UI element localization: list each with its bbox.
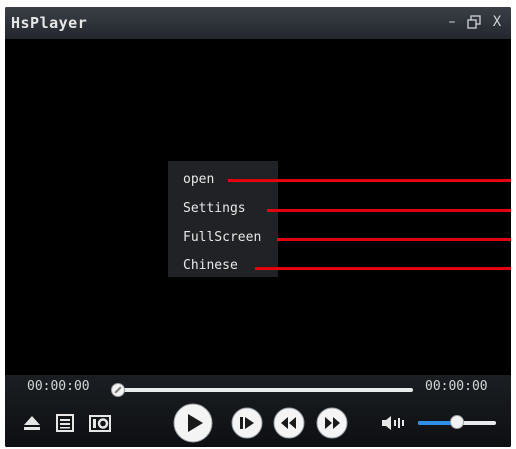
play-icon[interactable] — [173, 403, 213, 443]
total-time: 00:00:00 — [425, 379, 488, 394]
callout-line-settings — [267, 209, 511, 212]
seek-thumb[interactable] — [111, 383, 125, 397]
window-title: HsPlayer — [11, 14, 88, 32]
player-window: HsPlayer – X open Settings FullScreen Ch… — [5, 7, 511, 447]
menu-item-open[interactable]: open — [183, 171, 214, 189]
eject-icon[interactable] — [22, 413, 42, 433]
menu-item-settings[interactable]: Settings — [183, 200, 246, 218]
callout-line-open — [228, 179, 511, 182]
control-bar: 00:00:00 00:00:00 — [5, 375, 511, 447]
camera-icon[interactable] — [88, 412, 112, 434]
close-icon[interactable]: X — [489, 12, 505, 32]
frame-step-icon[interactable] — [231, 407, 263, 439]
minimize-icon[interactable]: – — [445, 12, 459, 32]
callout-line-fullscreen — [277, 238, 511, 241]
playlist-icon[interactable] — [55, 413, 75, 433]
rewind-icon[interactable] — [273, 407, 305, 439]
current-time: 00:00:00 — [27, 379, 90, 394]
volume-icon[interactable] — [380, 413, 408, 433]
title-bar[interactable]: HsPlayer – X — [5, 7, 511, 39]
fast-forward-icon[interactable] — [316, 407, 348, 439]
menu-item-fullscreen[interactable]: FullScreen — [183, 229, 277, 247]
seek-bar[interactable] — [115, 388, 413, 392]
volume-thumb[interactable] — [450, 415, 464, 429]
callout-line-chinese — [255, 267, 511, 270]
restore-icon[interactable] — [467, 12, 483, 32]
menu-item-chinese[interactable]: Chinese — [183, 257, 238, 275]
